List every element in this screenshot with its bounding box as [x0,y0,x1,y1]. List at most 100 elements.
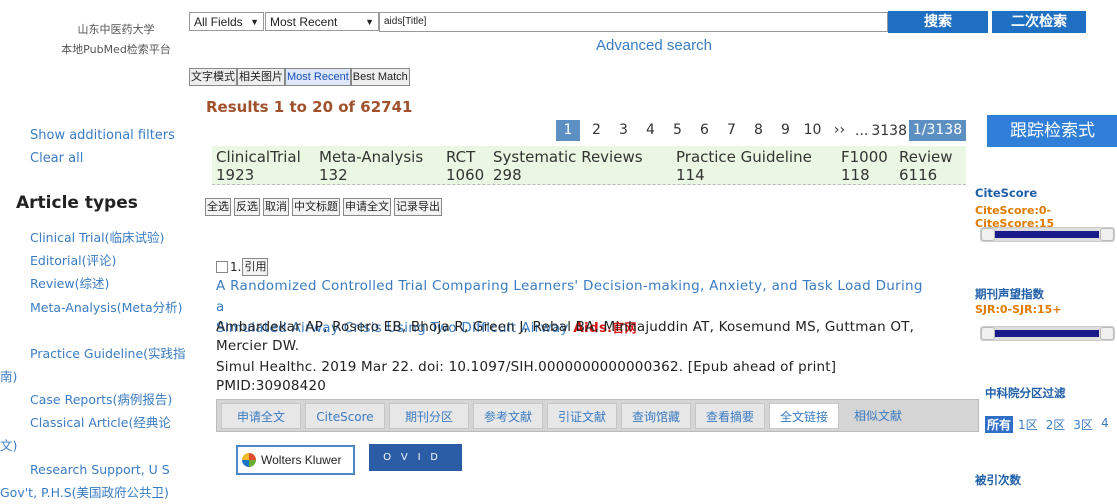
cite-button[interactable]: 引用 [242,258,269,276]
sjr-heading: 期刊声望指数 [975,287,1044,301]
page-link[interactable]: 6 [691,120,718,141]
sidebar-item-editorial[interactable]: Editorial(评论) [30,250,116,269]
sidebar-item-review[interactable]: Review(综述) [30,273,109,292]
result-header: 1. 引用 [216,258,271,276]
page-link[interactable]: 9 [772,120,799,141]
sidebar-item-clinical-trial[interactable]: Clinical Trial(临床试验) [30,227,164,246]
pubtype-name: Practice Guideline [676,148,812,166]
sort-select[interactable]: Most Recent ▼ [265,12,379,31]
export-records-button[interactable]: 记录导出 [394,198,442,216]
page-link[interactable]: 10 [799,120,826,141]
request-fulltext-button[interactable]: 申请全文 [343,198,391,216]
pager-ellipsis: ... [855,122,869,139]
pubtype-meta-analysis[interactable]: Meta-Analysis 132 [319,148,423,184]
slider-handle-max[interactable] [1100,228,1114,241]
ovid-link[interactable]: OVID [369,444,462,471]
article-types-heading: Article types [16,193,138,213]
slider-handle-min[interactable] [981,327,995,340]
field-select[interactable]: All Fields ▼ [189,12,264,31]
field-select-value: All Fields [194,15,243,29]
pubtype-clinical-trial[interactable]: ClinicalTrial 1923 [216,148,301,184]
search-input[interactable]: aids[Title] [379,12,888,32]
best-match-button[interactable]: Best Match [350,68,410,86]
advanced-search-link[interactable]: Advanced search [596,37,712,54]
pubtype-f1000[interactable]: F1000 118 [841,148,888,184]
chinese-title-button[interactable]: 中文标题 [292,198,340,216]
tab-fulltext-links[interactable]: 全文链接 [769,403,839,429]
secondary-search-button[interactable]: 二次检索 [992,11,1086,33]
chevron-down-icon: ▼ [365,17,374,27]
pubtype-count: 114 [676,166,705,184]
sidebar-item-practice-guideline[interactable]: Practice Guideline(实践指南) [0,342,190,388]
zone-filter-options: 所有 1区 2区 3区 4 [985,416,1109,433]
citescore-heading: CiteScore [975,186,1038,200]
next-page-link[interactable]: ›› [826,120,853,141]
pubtype-systematic-reviews[interactable]: Systematic Reviews 298 [493,148,643,184]
text-mode-button[interactable]: 文字模式 [189,68,237,86]
select-all-button[interactable]: 全选 [205,198,231,216]
pubtype-name: RCT [446,148,476,166]
result-authors-line-2: Mercier DW. [216,338,300,354]
tab-similar-articles[interactable]: 相似文献 [843,403,913,429]
pubtype-count: 6116 [899,166,938,184]
pubtype-count: 298 [493,166,522,184]
sjr-slider[interactable] [980,326,1115,341]
pubtype-count: 1923 [216,166,255,184]
site-logo: 山东中医药大学 本地PubMed检索平台 [46,20,186,60]
page-link[interactable]: 5 [664,120,691,141]
pubtype-practice-guideline[interactable]: Practice Guideline 114 [676,148,812,184]
tab-citescore[interactable]: CiteScore [305,403,385,429]
zone-2[interactable]: 2区 [1046,416,1066,433]
result-title-line-1: A Randomized Controlled Trial Comparing … [216,278,923,315]
page-link[interactable]: 2 [583,120,610,141]
track-search-button[interactable]: 跟踪检索式 [987,115,1117,147]
result-index: 1. [230,260,242,274]
batch-actions-bar: 全选 反选 取消 中文标题 申请全文 记录导出 [205,198,445,216]
sidebar-item-classical-article[interactable]: Classical Article(经典论文) [0,411,180,457]
pubtype-name: F1000 [841,148,888,166]
page-link[interactable]: 8 [745,120,772,141]
tab-references[interactable]: 参考文献 [473,403,543,429]
tab-request-fulltext[interactable]: 申请全文 [221,403,301,429]
zone-1[interactable]: 1区 [1018,416,1038,433]
zone-3[interactable]: 3区 [1073,416,1093,433]
pubtype-name: Meta-Analysis [319,148,424,166]
last-page-link[interactable]: 3138 [871,123,907,139]
clear-all-link[interactable]: Clear all [30,151,83,166]
cancel-selection-button[interactable]: 取消 [263,198,289,216]
related-images-button[interactable]: 相关图片 [237,68,285,86]
wolters-kluwer-link[interactable]: Wolters Kluwer [236,445,355,475]
wolters-kluwer-label: Wolters Kluwer [261,453,342,467]
show-filters-link[interactable]: Show additional filters [30,128,175,143]
most-recent-button[interactable]: Most Recent [285,68,351,86]
page-link[interactable]: 3 [610,120,637,141]
result-pmid: PMID:30908420 [216,378,327,394]
search-button[interactable]: 搜索 [888,11,988,33]
invert-selection-button[interactable]: 反选 [234,198,260,216]
page-link[interactable]: 1 [556,120,580,141]
pubtype-rct[interactable]: RCT 1060 [446,148,484,184]
pubtype-name: ClinicalTrial [216,148,301,166]
logo-line-1: 山东中医药大学 [77,23,155,36]
result-checkbox[interactable] [216,261,228,273]
publication-type-bar: ClinicalTrial 1923 Meta-Analysis 132 RCT 10… [212,146,966,185]
current-page-indicator: 1/3138 [909,120,966,141]
slider-handle-max[interactable] [1100,327,1114,340]
sidebar-item-meta-analysis[interactable]: Meta-Analysis(Meta分析) [0,296,185,319]
tab-view-abstract[interactable]: 查看摘要 [695,403,765,429]
pubtype-count: 132 [319,166,348,184]
slider-handle-min[interactable] [981,228,995,241]
tab-journal-zone[interactable]: 期刊分区 [389,403,469,429]
zone-all[interactable]: 所有 [985,416,1014,433]
pubtype-review[interactable]: Review 6116 [899,148,953,184]
display-mode-bar: 文字模式 相关图片 Most Recent Best Match [189,68,410,86]
tab-library-holdings[interactable]: 查询馆藏 [621,403,691,429]
sort-select-value: Most Recent [270,15,338,29]
sidebar-item-research-support[interactable]: Research Support, U S Gov't, P.H.S(美国政府公… [0,458,185,504]
citescore-slider[interactable] [980,227,1115,242]
page-link[interactable]: 4 [637,120,664,141]
zone-4[interactable]: 4 [1101,416,1109,433]
page-link[interactable]: 7 [718,120,745,141]
tab-citing-articles[interactable]: 引证文献 [547,403,617,429]
sidebar-item-case-reports[interactable]: Case Reports(病例报告) [30,389,172,408]
